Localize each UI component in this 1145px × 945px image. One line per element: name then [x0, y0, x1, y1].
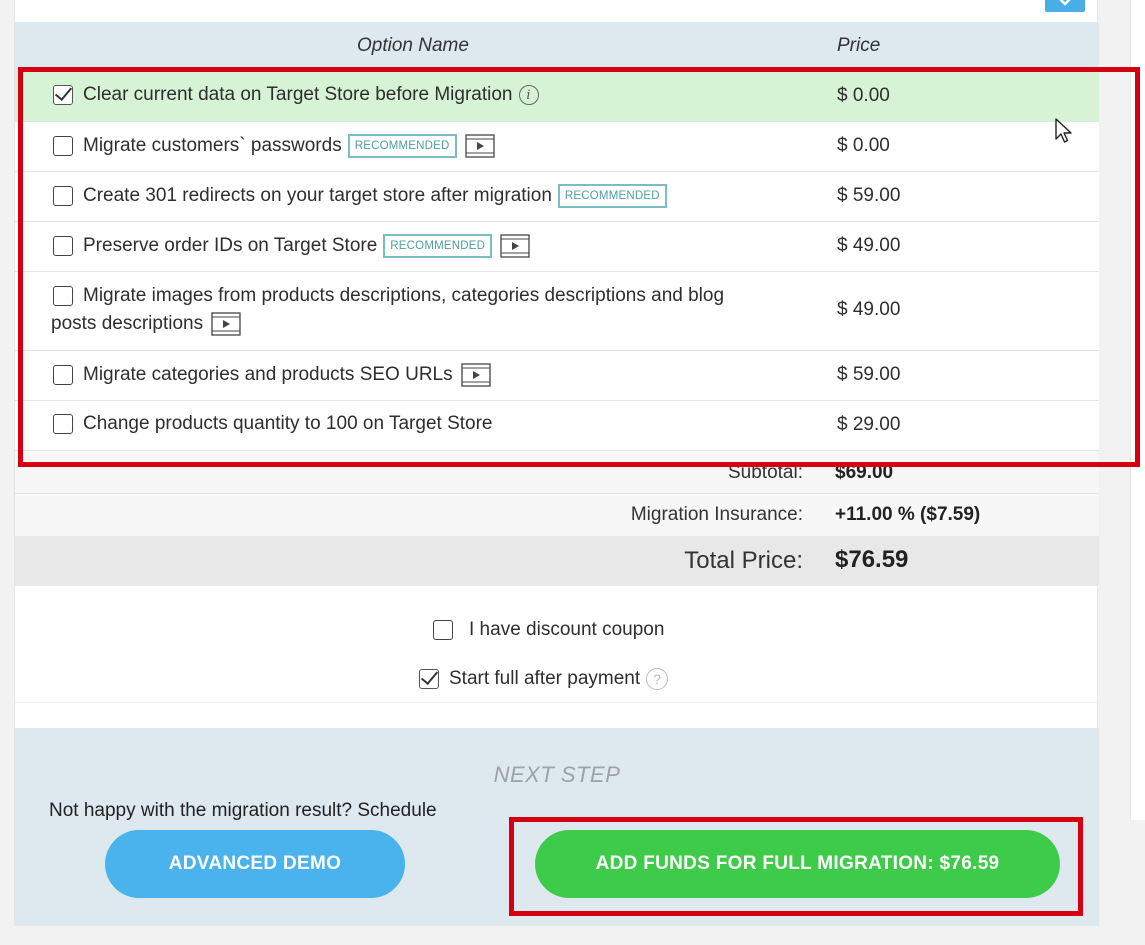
total-price-value: $76.59	[835, 546, 909, 573]
option-checkbox[interactable]	[53, 85, 73, 105]
option-row-preserve-order-ids[interactable]: Preserve order IDs on Target Store RECOM…	[15, 222, 1099, 272]
option-label: Clear current data on Target Store befor…	[83, 84, 513, 105]
option-checkbox[interactable]	[53, 365, 73, 385]
add-funds-button[interactable]: ADD FUNDS FOR FULL MIGRATION: $76.59	[535, 830, 1060, 898]
option-price: $ 59.00	[837, 185, 901, 206]
option-row-301-redirects[interactable]: Create 301 redirects on your target stor…	[15, 172, 1099, 222]
close-button[interactable]	[1045, 0, 1085, 12]
option-checkbox[interactable]	[53, 186, 73, 206]
video-icon[interactable]	[500, 234, 530, 258]
option-label: Migrate customers` passwords	[83, 135, 342, 156]
start-full-option[interactable]: Start full after payment ?	[419, 668, 669, 690]
close-icon	[1059, 0, 1071, 6]
divider	[15, 702, 1099, 703]
start-full-checkbox[interactable]	[419, 669, 439, 689]
recommended-badge: RECOMMENDED	[383, 234, 493, 258]
total-price-row: Total Price: $76.59	[15, 536, 1099, 586]
next-step-title: NEXT STEP	[493, 762, 621, 787]
info-icon[interactable]: i	[518, 85, 539, 105]
option-label: Preserve order IDs on Target Store	[83, 235, 378, 256]
insurance-label: Migration Insurance:	[630, 504, 803, 525]
option-checkbox[interactable]	[53, 236, 73, 256]
option-label: Migrate categories and products SEO URLs	[83, 364, 453, 385]
option-checkbox[interactable]	[53, 136, 73, 156]
option-row-migrate-images[interactable]: Migrate images from products description…	[15, 272, 1099, 351]
discount-coupon-option[interactable]: I have discount coupon	[433, 619, 664, 641]
option-checkbox[interactable]	[53, 286, 73, 306]
discount-coupon-label: I have discount coupon	[469, 619, 665, 640]
migration-options-panel: Option Name Price Clear current data on …	[14, 0, 1099, 926]
option-label: Change products quantity to 100 on Targe…	[83, 413, 493, 434]
insurance-value: +11.00 % ($7.59)	[835, 504, 981, 525]
schedule-text: Not happy with the migration result? Sch…	[49, 800, 437, 821]
video-icon[interactable]	[464, 134, 495, 158]
option-row-products-quantity[interactable]: Change products quantity to 100 on Targe…	[15, 401, 1099, 451]
advanced-demo-button[interactable]: ADVANCED DEMO	[105, 830, 405, 898]
total-price-label: Total Price:	[684, 547, 803, 574]
discount-coupon-checkbox[interactable]	[433, 620, 453, 640]
recommended-badge: RECOMMENDED	[557, 184, 667, 208]
option-row-seo-urls[interactable]: Migrate categories and products SEO URLs…	[15, 351, 1099, 401]
option-price: $ 0.00	[837, 135, 890, 156]
options-table-header: Option Name Price	[15, 22, 1099, 72]
subtotal-row: Subtotal: $69.00	[15, 452, 1099, 494]
option-label: Create 301 redirects on your target stor…	[83, 185, 552, 206]
subtotal-value: $69.00	[835, 462, 894, 483]
option-label-line1: Migrate images from products description…	[83, 285, 725, 306]
option-price: $ 59.00	[837, 364, 901, 385]
start-full-label: Start full after payment	[449, 668, 641, 689]
option-price: $ 49.00	[837, 299, 901, 320]
option-row-clear-data[interactable]: Clear current data on Target Store befor…	[15, 72, 1099, 122]
help-icon[interactable]: ?	[646, 668, 669, 690]
subtotal-label: Subtotal:	[728, 462, 803, 483]
video-icon[interactable]	[460, 363, 491, 387]
insurance-row: Migration Insurance: +11.00 % ($7.59)	[15, 494, 1099, 536]
option-price: $ 0.00	[837, 85, 890, 106]
recommended-badge: RECOMMENDED	[347, 134, 457, 158]
video-icon[interactable]	[211, 312, 241, 336]
mouse-cursor-icon	[1055, 118, 1072, 143]
price-column-header: Price	[837, 35, 881, 56]
scrollbar-strip[interactable]	[1130, 0, 1145, 820]
option-checkbox[interactable]	[53, 414, 73, 434]
option-row-customer-passwords[interactable]: Migrate customers` passwords RECOMMENDED…	[15, 122, 1099, 172]
option-price: $ 29.00	[837, 414, 901, 435]
option-name-column-header: Option Name	[357, 35, 469, 56]
next-step-section: NEXT STEP Not happy with the migration r…	[15, 728, 1099, 926]
option-label-line2: posts descriptions	[51, 313, 204, 334]
option-price: $ 49.00	[837, 235, 901, 256]
